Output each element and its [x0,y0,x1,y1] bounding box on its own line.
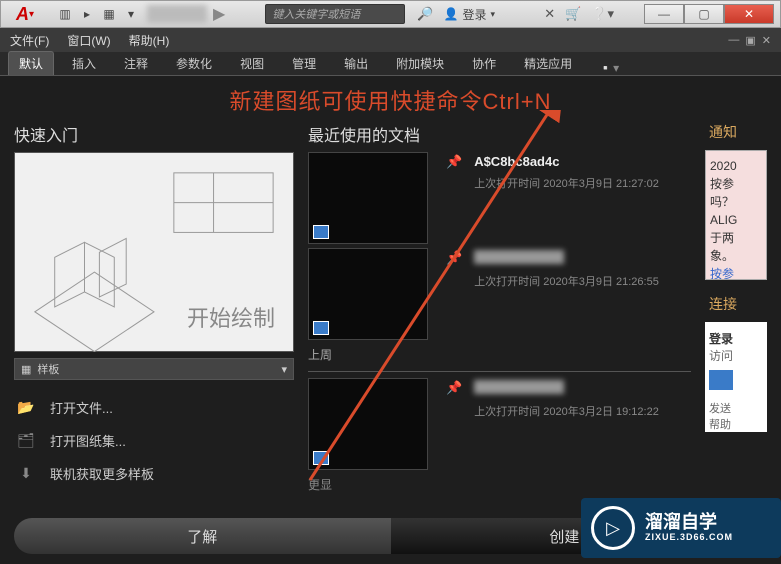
mdi-minimize-icon[interactable]: — [728,34,739,47]
mdi-restore-icon[interactable]: ▣ [745,34,755,47]
pin-icon[interactable]: 📌 [446,248,462,266]
qat-new-icon[interactable]: ▥ [55,4,75,24]
template-icon: ▦ [21,363,31,376]
separator [308,371,691,372]
recent-doc-item[interactable]: 📌 上次打开时间 2020年3月2日 19:12:22 [308,378,691,470]
doc-title: A$C8bc8ad4c [474,154,691,169]
pin-icon[interactable]: 📌 [446,152,462,170]
qat-play-icon[interactable]: ▶ [213,4,225,24]
more-label: 更显 [308,476,691,493]
binoculars-icon[interactable]: 🔎 [417,6,433,22]
search-input[interactable]: 键入关键字或短语 [265,4,405,24]
preview-art-icon [15,153,293,352]
template-dropdown[interactable]: ▦ 样板 ▾ [14,358,294,380]
doc-time: 上次打开时间 2020年3月2日 19:12:22 [474,403,691,419]
recent-docs-title: 最近使用的文档 [308,122,691,146]
send-label: 发送 [709,400,763,416]
maximize-button[interactable]: ▢ [684,4,724,24]
play-circle-icon: ▷ [591,506,635,550]
doc-thumbnail [308,378,428,470]
tab-insert[interactable]: 插入 [62,52,106,75]
doc-time: 上次打开时间 2020年3月9日 21:27:02 [474,175,691,191]
tab-parametric[interactable]: 参数化 [166,52,222,75]
exchange-icon[interactable]: ✕ [544,6,555,22]
menu-help[interactable]: 帮助(H) [129,32,170,49]
open-sheetset-link[interactable]: 🗂 打开图纸集... [14,431,294,450]
dwg-badge-icon [313,321,329,335]
close-button[interactable]: ✕ [724,4,774,24]
download-icon: ⬇ [14,465,38,483]
chevron-down-icon: ▾ [281,363,287,376]
ribbon-extra-icon[interactable]: ▫️▾ [598,61,619,75]
notify-panel: 2020 按参 吗？ ALIG 于两 象。 按参 [705,150,767,280]
title-blur [147,5,207,23]
annotation-hint: 新建图纸可使用快捷命令Ctrl+N [0,76,781,122]
watermark: ▷ 溜溜自学 ZIXUE.3D66.COM [581,498,781,558]
mdi-close-icon[interactable]: ✕ [762,34,771,47]
last-week-label: 上周 [308,346,691,363]
tab-addins[interactable]: 附加模块 [386,52,454,75]
tab-output[interactable]: 输出 [334,52,378,75]
pin-icon[interactable]: 📌 [446,378,462,396]
quickstart-title: 快速入门 [14,122,294,146]
recent-doc-item[interactable]: 📌 上次打开时间 2020年3月9日 21:26:55 [308,248,691,340]
menu-window[interactable]: 窗口(W) [67,32,110,49]
open-file-link[interactable]: 📂 打开文件... [14,398,294,417]
doc-thumbnail [308,248,428,340]
tab-manage[interactable]: 管理 [282,52,326,75]
doc-title [474,380,691,397]
qat-save-icon[interactable]: ▦ [99,4,119,24]
cart-icon[interactable]: 🛒 [565,6,581,22]
tab-collaborate[interactable]: 协作 [462,52,506,75]
help-label: 帮助 [709,416,763,432]
sheetset-icon: 🗂 [14,432,38,450]
menu-file[interactable]: 文件(F) [10,32,49,49]
doc-time: 上次打开时间 2020年3月9日 21:26:55 [474,273,691,289]
doc-thumbnail [308,152,428,244]
online-templates-link[interactable]: ⬇ 联机获取更多样板 [14,464,294,483]
notify-link[interactable]: 按参 [710,265,762,280]
tab-annotate[interactable]: 注释 [114,52,158,75]
notify-title: 通知 [705,122,767,142]
folder-open-icon: 📂 [14,399,38,417]
nav-learn[interactable]: 了解 [14,518,391,554]
tab-default[interactable]: 默认 [8,51,54,75]
login-panel: 登录 访问 发送 帮助 [705,322,767,432]
connect-title: 连接 [705,294,767,314]
login-heading: 登录 [709,330,763,347]
login-button[interactable]: 👤登录▾ [444,6,496,23]
app-logo-icon[interactable]: A▾ [5,2,45,26]
minimize-button[interactable]: — [644,4,684,24]
start-drawing-tile[interactable]: 开始绘制 [14,152,294,352]
login-sub: 访问 [709,347,763,364]
dwg-badge-icon [313,225,329,239]
dwg-badge-icon [313,451,329,465]
doc-title [474,250,691,267]
login-action-button[interactable] [709,370,733,390]
recent-doc-item[interactable]: 📌 A$C8bc8ad4c 上次打开时间 2020年3月9日 21:27:02 [308,152,691,244]
tab-featured[interactable]: 精选应用 [514,52,582,75]
qat-more-icon[interactable]: ▾ [121,4,141,24]
help-icon[interactable]: ❔▾ [591,6,614,22]
qat-open-icon[interactable]: ▸ [77,4,97,24]
tab-view[interactable]: 视图 [230,52,274,75]
